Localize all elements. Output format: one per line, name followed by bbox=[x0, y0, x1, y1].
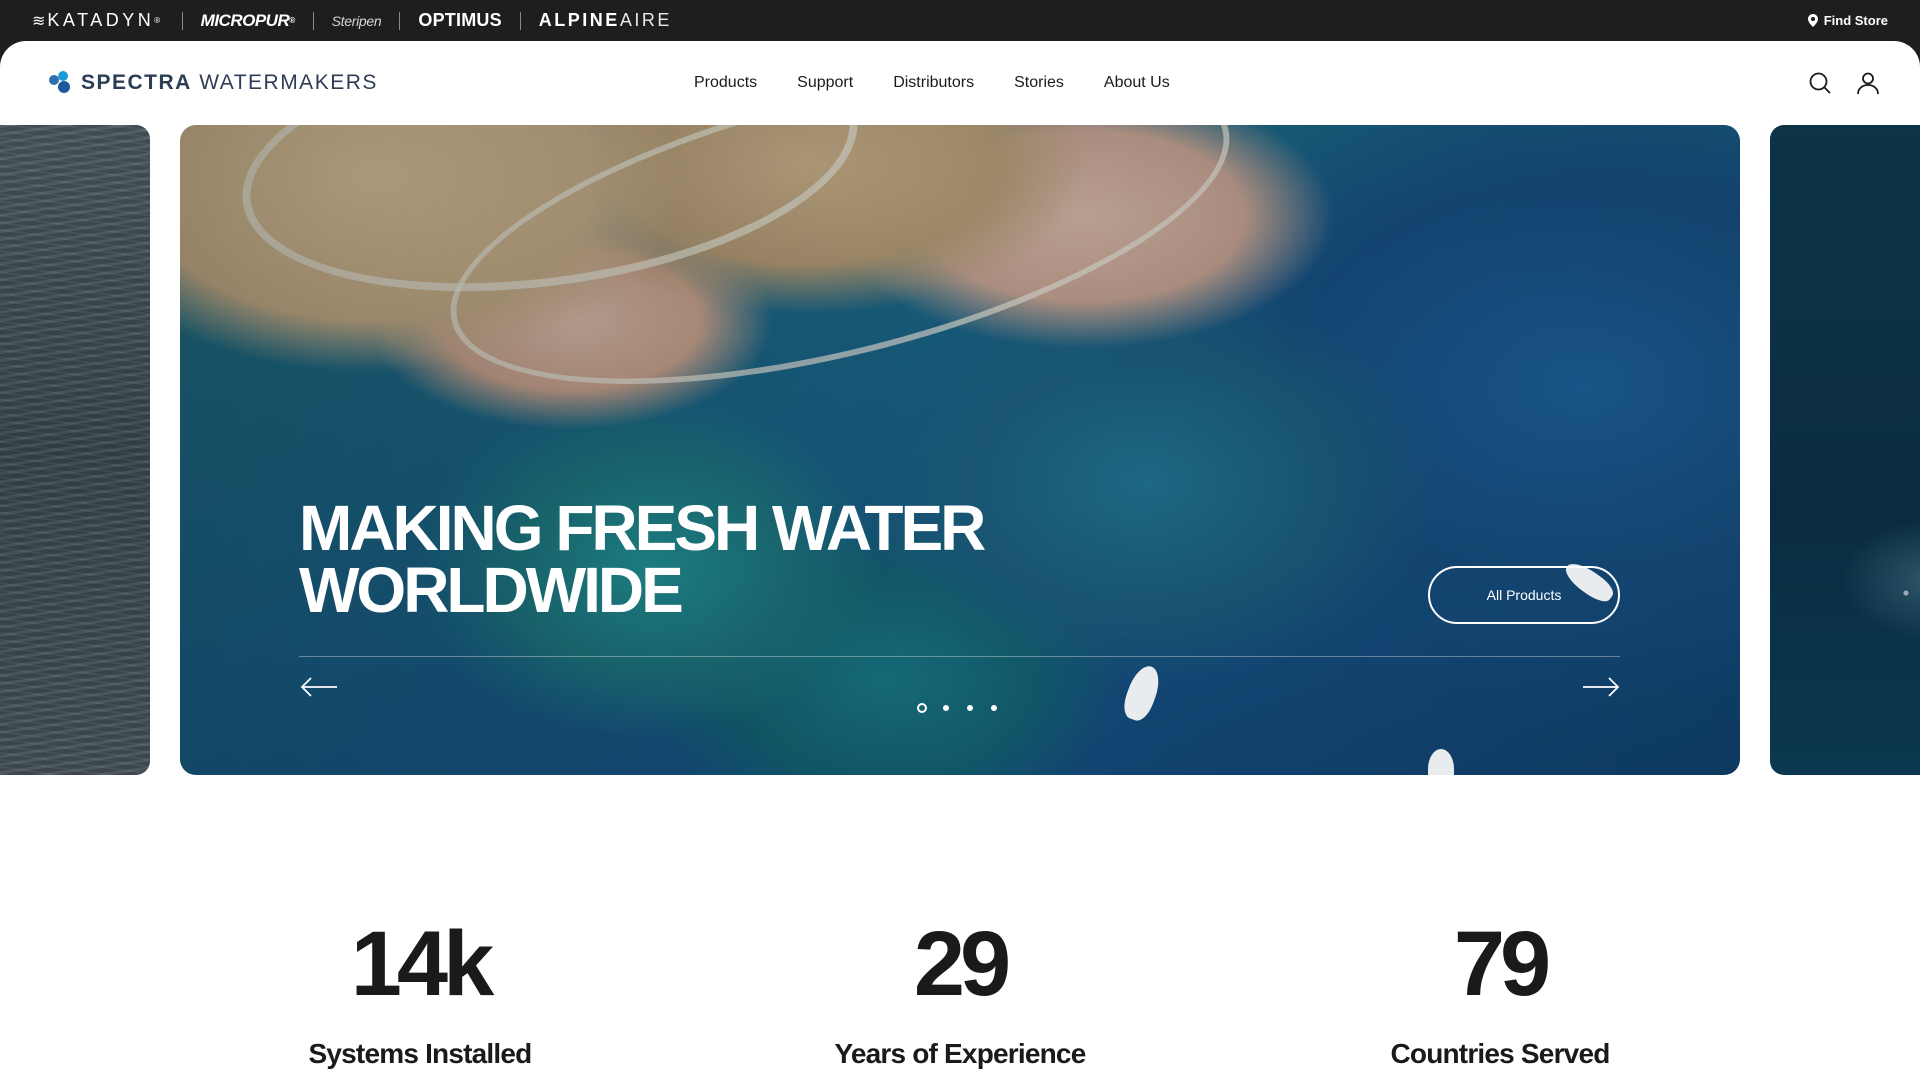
stat-number: 29 bbox=[913, 913, 1011, 1015]
brand-label: Steripen bbox=[331, 12, 382, 29]
brand-link-steripen[interactable]: Steripen bbox=[332, 13, 382, 29]
carousel-dot-4[interactable] bbox=[991, 705, 997, 711]
hero-divider bbox=[299, 656, 1620, 657]
logo-text: SPECTRA WATERMAKERS bbox=[81, 71, 378, 95]
stat-number: 79 bbox=[1453, 913, 1551, 1015]
all-products-button[interactable]: All Products bbox=[1428, 566, 1620, 624]
page: SPECTRA WATERMAKERS Products Support Dis… bbox=[0, 41, 1920, 1080]
stat-label: Countries Served bbox=[1390, 1038, 1610, 1069]
stat-countries-served: 79 Countries Served bbox=[1300, 914, 1700, 1070]
logo-bold: SPECTRA bbox=[81, 71, 192, 94]
stat-label: Years of Experience bbox=[834, 1038, 1087, 1069]
spectra-logo[interactable]: SPECTRA WATERMAKERS bbox=[47, 69, 378, 97]
arrow-right-icon bbox=[1583, 677, 1620, 697]
header-actions bbox=[1786, 69, 1882, 97]
user-icon bbox=[1857, 72, 1879, 95]
carousel-prev-button[interactable] bbox=[299, 675, 339, 699]
carousel-next-slide-preview[interactable] bbox=[1770, 125, 1920, 775]
spectra-drops-icon bbox=[49, 71, 70, 93]
carousel-dot-1[interactable] bbox=[917, 703, 927, 713]
brand-link-alpineaire[interactable]: ALPINE AIRE bbox=[539, 10, 672, 31]
search-button[interactable] bbox=[1806, 69, 1834, 97]
brand-divider bbox=[181, 11, 183, 30]
stat-number: 14k bbox=[350, 913, 495, 1015]
carousel-dot-3[interactable] bbox=[967, 705, 973, 711]
find-store-link[interactable]: Find Store bbox=[1807, 0, 1888, 41]
main-nav: Products Support Distributors Stories Ab… bbox=[694, 74, 1210, 92]
brand-label-light: AIRE bbox=[619, 10, 672, 30]
carousel-prev-slide-preview[interactable] bbox=[0, 125, 150, 775]
brand-bar: ≋ KATADYN ® MICROPUR ® Steripen OPTIMUS AL… bbox=[0, 0, 1920, 44]
brand-divider bbox=[312, 11, 314, 30]
nav-item-about-us[interactable]: About Us bbox=[1104, 74, 1170, 92]
stat-label: Systems Installed bbox=[308, 1038, 533, 1069]
nav-item-distributors[interactable]: Distributors bbox=[893, 74, 974, 92]
stat-years-experience: 29 Years of Experience bbox=[760, 914, 1160, 1070]
brand-divider bbox=[399, 11, 401, 30]
brand-link-micropur[interactable]: MICROPUR ® bbox=[200, 10, 296, 31]
brand-link-katadyn[interactable]: ≋ KATADYN ® bbox=[32, 10, 164, 31]
hero-overlay bbox=[180, 125, 1740, 775]
search-icon bbox=[1809, 72, 1831, 94]
brand-links: ≋ KATADYN ® MICROPUR ® Steripen OPTIMUS AL… bbox=[32, 0, 672, 41]
hero-title-line: WORLDWIDE bbox=[299, 554, 684, 626]
stat-systems-installed: 14k Systems Installed bbox=[220, 914, 620, 1070]
nav-item-stories[interactable]: Stories bbox=[1014, 74, 1064, 92]
brand-label: MICROPUR bbox=[200, 10, 290, 30]
brand-label: KATADYN bbox=[47, 10, 155, 30]
brand-link-optimus[interactable]: OPTIMUS bbox=[418, 10, 501, 31]
brand-label-bold: ALPINE bbox=[538, 10, 620, 30]
katadyn-wave-icon: ≋ bbox=[32, 12, 46, 30]
logo-light: WATERMAKERS bbox=[199, 71, 378, 94]
arrow-left-icon bbox=[300, 677, 337, 697]
find-store-label: Find Store bbox=[1823, 13, 1888, 28]
hero-slide: MAKING FRESH WATER WORLDWIDE All Product… bbox=[180, 125, 1740, 775]
carousel-dot-2[interactable] bbox=[943, 705, 949, 711]
nav-item-products[interactable]: Products bbox=[694, 74, 757, 92]
brand-label: OPTIMUS bbox=[418, 10, 502, 30]
carousel-dots bbox=[917, 703, 1015, 713]
account-button[interactable] bbox=[1854, 69, 1882, 97]
nav-item-support[interactable]: Support bbox=[797, 74, 853, 92]
brand-divider bbox=[519, 11, 521, 30]
carousel-next-button[interactable] bbox=[1581, 675, 1621, 699]
map-pin-icon bbox=[1807, 14, 1818, 27]
hero-title: MAKING FRESH WATER WORLDWIDE bbox=[299, 496, 999, 622]
